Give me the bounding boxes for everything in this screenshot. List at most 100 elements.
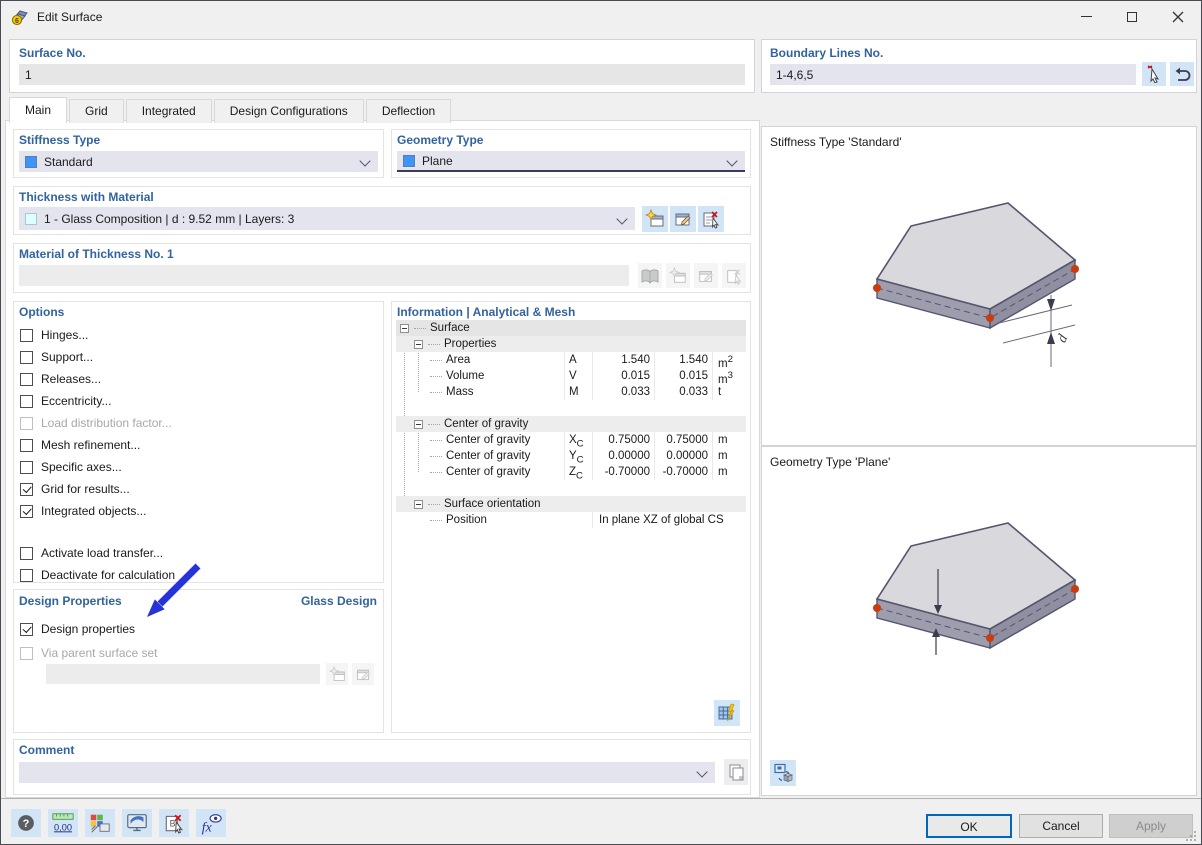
options-group: Options Hinges... Support... Releases...… xyxy=(13,301,384,583)
svg-text:?: ? xyxy=(23,818,30,830)
window-title: Edit Surface xyxy=(37,10,102,24)
tab-main[interactable]: Main xyxy=(9,97,67,123)
maximize-button[interactable] xyxy=(1109,1,1155,32)
option-hinges[interactable]: Hinges... xyxy=(20,327,88,343)
tree-row-surface-orientation-group: Surface orientation xyxy=(396,496,746,512)
options-label: Options xyxy=(19,305,64,319)
edit-icon xyxy=(355,666,372,683)
geometry-color-swatch xyxy=(403,155,415,167)
minimize-icon xyxy=(1081,16,1092,17)
fx-eye-icon: fx xyxy=(198,811,224,835)
collapse-icon[interactable] xyxy=(414,340,423,349)
help-button[interactable]: ? xyxy=(11,809,41,837)
svg-text:0,00: 0,00 xyxy=(54,822,72,832)
chevron-down-icon xyxy=(696,766,707,777)
surface-badge-number: 6 xyxy=(15,18,19,25)
close-button[interactable] xyxy=(1155,1,1201,32)
new-thickness-button[interactable] xyxy=(642,206,668,232)
comment-group: Comment xyxy=(13,739,751,795)
undo-arrow-icon xyxy=(1172,64,1192,84)
revert-selection-button[interactable] xyxy=(1170,62,1194,86)
surface-no-label: Surface No. xyxy=(19,46,86,60)
tree-row-properties: Properties xyxy=(396,336,746,352)
thickness-value: 1 - Glass Composition | d : 9.52 mm | La… xyxy=(44,212,294,226)
copy-comment-button[interactable] xyxy=(724,759,748,785)
display-settings-button[interactable] xyxy=(122,809,152,837)
apply-button: Apply xyxy=(1109,814,1193,838)
collapse-icon[interactable] xyxy=(414,500,423,509)
collapse-icon[interactable] xyxy=(414,420,423,429)
tab-integrated[interactable]: Integrated xyxy=(126,99,212,123)
option-integrated-objects[interactable]: Integrated objects... xyxy=(20,503,146,519)
edit-surface-dialog: 6 Edit Surface Surface No. 1 Boundary Li… xyxy=(0,0,1202,845)
checkbox xyxy=(20,417,33,430)
stiffness-type-value: Standard xyxy=(44,155,93,169)
checkbox xyxy=(20,623,33,636)
via-parent-surface-set-row: Via parent surface set xyxy=(20,645,158,661)
toggle-rendering-button[interactable] xyxy=(770,760,796,786)
tree-row-area: Area A 1.540 1.540 m2 xyxy=(396,352,746,368)
display-properties-button[interactable] xyxy=(85,809,115,837)
tree-row-position: Position In plane XZ of global CS xyxy=(396,512,746,528)
option-releases[interactable]: Releases... xyxy=(20,371,101,387)
select-lines-button[interactable] xyxy=(1142,62,1166,86)
formula-view-button[interactable]: fx xyxy=(196,809,226,837)
geometry-type-label: Geometry Type xyxy=(397,133,483,147)
parent-surface-set-field xyxy=(46,664,320,684)
mesh-grid-icon xyxy=(716,702,738,724)
checkbox xyxy=(20,395,33,408)
design-properties-checkbox-row[interactable]: Design properties xyxy=(20,621,135,637)
option-support[interactable]: Support... xyxy=(20,349,93,365)
boundary-lines-field[interactable]: 1-4,6,5 xyxy=(770,64,1136,85)
maximize-icon xyxy=(1127,12,1137,22)
surface-no-field[interactable]: 1 xyxy=(19,64,745,85)
annotation-arrow xyxy=(134,554,214,632)
edit-material-button xyxy=(694,263,718,288)
delete-material-button xyxy=(722,263,746,288)
image-cube-toggle-icon xyxy=(772,762,794,784)
thickness-color-swatch xyxy=(25,213,37,225)
checkbox xyxy=(20,505,33,518)
stiffness-type-dropdown[interactable]: Standard xyxy=(19,151,378,172)
information-group: Information | Analytical & Mesh Surface … xyxy=(391,301,751,733)
thickness-dropdown[interactable]: 1 - Glass Composition | d : 9.52 mm | La… xyxy=(19,207,635,230)
option-specific-axes[interactable]: Specific axes... xyxy=(20,459,122,475)
generate-mesh-button[interactable] xyxy=(714,700,740,726)
minimize-button[interactable] xyxy=(1063,1,1109,32)
collapse-icon[interactable] xyxy=(400,324,409,333)
thickness-group: Thickness with Material 1 - Glass Compos… xyxy=(13,186,751,235)
select-pointer-icon xyxy=(1145,65,1163,83)
units-settings-button[interactable]: 0,00 xyxy=(48,809,78,837)
tab-deflection[interactable]: Deflection xyxy=(366,99,451,123)
title-bar: 6 Edit Surface xyxy=(1,1,1201,33)
ok-button[interactable]: OK xyxy=(926,814,1012,838)
edit-thickness-button[interactable] xyxy=(670,206,696,232)
units-icon: 0,00 xyxy=(50,811,76,835)
tab-bar: Main Grid Integrated Design Configuratio… xyxy=(9,97,453,123)
edit-surface-set-button xyxy=(352,663,374,685)
boundary-lines-group: Boundary Lines No. 1-4,6,5 xyxy=(761,39,1197,93)
thickness-label: Thickness with Material xyxy=(19,190,154,204)
design-properties-label: Design Properties xyxy=(19,594,122,608)
checkbox xyxy=(20,483,33,496)
tab-grid[interactable]: Grid xyxy=(69,99,124,123)
cancel-button[interactable]: Cancel xyxy=(1019,814,1103,838)
checkbox xyxy=(20,439,33,452)
geometry-type-dropdown[interactable]: Plane xyxy=(397,151,745,172)
tab-design-configurations[interactable]: Design Configurations xyxy=(214,99,364,123)
delete-thickness-button[interactable] xyxy=(698,206,724,232)
slab-preview-standard xyxy=(762,127,1194,443)
option-eccentricity[interactable]: Eccentricity... xyxy=(20,393,111,409)
slab-preview-plane xyxy=(762,447,1194,787)
checkbox xyxy=(20,373,33,386)
option-grid-for-results[interactable]: Grid for results... xyxy=(20,481,130,497)
svg-text:B: B xyxy=(170,818,176,828)
comment-dropdown[interactable] xyxy=(19,762,715,783)
checkbox xyxy=(20,351,33,364)
reset-defaults-button[interactable]: B xyxy=(159,809,189,837)
new-surface-set-button xyxy=(326,663,348,685)
material-library-button xyxy=(638,263,662,288)
option-mesh-refinement[interactable]: Mesh refinement... xyxy=(20,437,140,453)
resize-grip[interactable] xyxy=(1185,830,1197,842)
svg-text:fx: fx xyxy=(202,819,213,834)
